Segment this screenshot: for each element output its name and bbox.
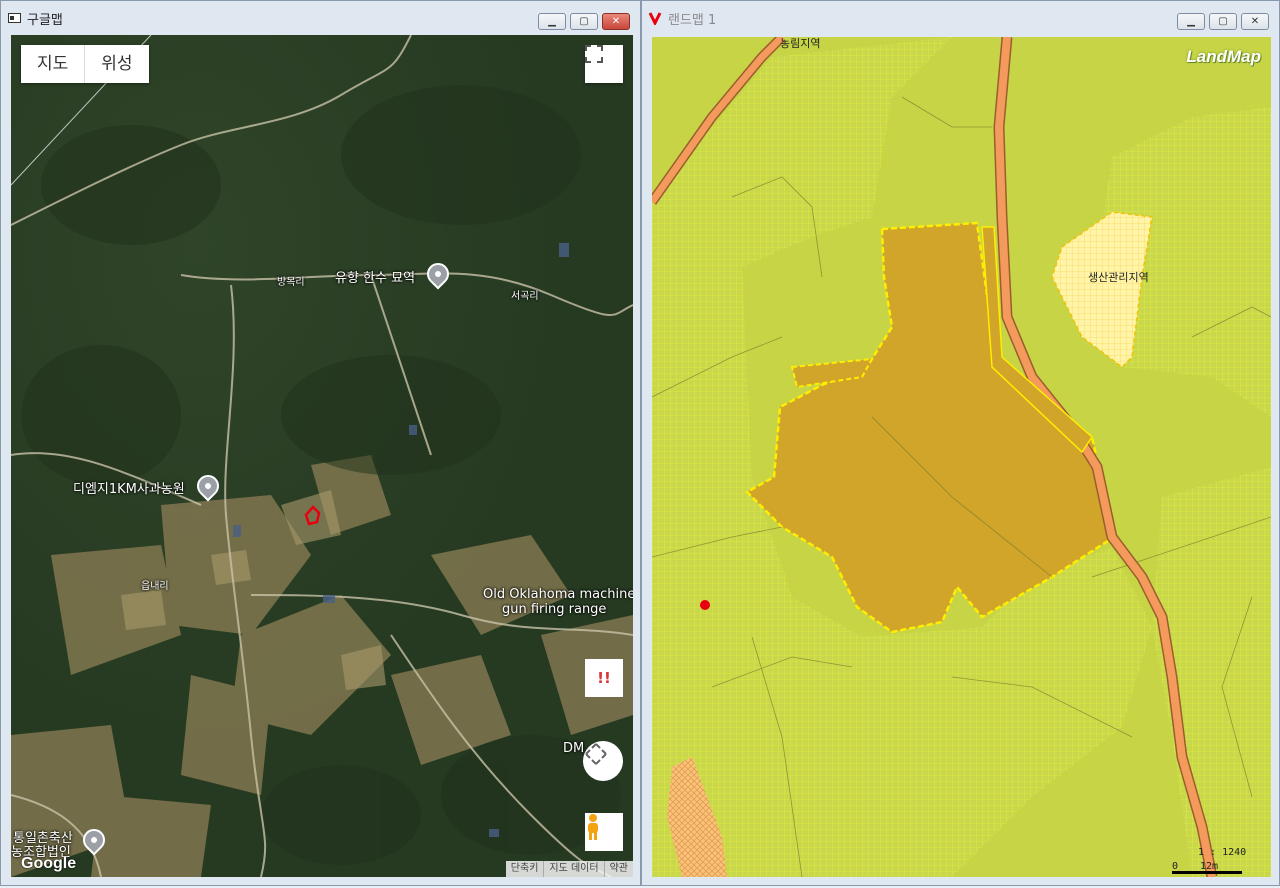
shortcuts-link[interactable]: 단축키	[506, 861, 544, 877]
land-use-map[interactable]: LandMap 농림지역 생산관리지역 1 : 1240 0 12m	[652, 37, 1271, 877]
location-marker	[700, 600, 710, 610]
minimize-button[interactable]: ▁	[1177, 13, 1205, 30]
map-attribution: 단축키 지도 데이터 약관	[505, 861, 633, 877]
minimize-button[interactable]: ▁	[538, 13, 566, 30]
fullscreen-icon	[585, 45, 603, 63]
terms-link[interactable]: 약관	[603, 861, 633, 877]
fullscreen-button[interactable]	[585, 45, 623, 83]
google-logo: Google	[21, 855, 77, 872]
scale-ratio: 1 : 1240	[1198, 847, 1247, 858]
app-icon	[648, 11, 662, 25]
land-use-zones	[652, 37, 1271, 877]
map-data-link[interactable]: 지도 데이터	[543, 861, 603, 877]
place-label: DM	[563, 741, 585, 756]
place-label: 디엠지1KM사과농원	[73, 482, 185, 497]
zone-label: 농림지역	[780, 37, 821, 50]
landmap-window: 랜드맵 1 ▁ ▢ ✕ LandMap 농림지역 생산관리지역 1: 1240…	[641, 0, 1280, 886]
satellite-map[interactable]: 지도 위성 방목리 유향 한수 묘역 서곡리 디엠지1KM사과농원 읍내리 Ol…	[11, 35, 633, 877]
pan-arrows-icon	[585, 743, 607, 765]
satellite-imagery	[11, 35, 633, 877]
pegman-icon	[588, 814, 598, 840]
landmap-logo: LandMap	[1186, 47, 1261, 66]
street-view-pegman-button[interactable]	[585, 813, 623, 851]
window-controls: ▁ ▢ ✕	[538, 13, 630, 30]
window-title: 랜드맵 1	[668, 12, 717, 28]
maximize-button[interactable]: ▢	[1209, 13, 1237, 30]
village-label: 읍내리	[141, 581, 169, 592]
app-icon	[7, 11, 21, 25]
zone-label: 생산관리지역	[1088, 271, 1149, 284]
village-label: 서곡리	[511, 291, 539, 302]
maximize-button[interactable]: ▢	[570, 13, 598, 30]
place-label: 유향 한수 묘역	[335, 271, 416, 286]
place-label: gun firing range	[502, 602, 607, 617]
close-button[interactable]: ✕	[1241, 13, 1269, 30]
google-map-window: 구글맵 ▁ ▢ ✕ 지도 위성 방목리 유향 한수 묘역 서곡리 디엠지1KM사…	[0, 0, 641, 886]
map-type-satellite[interactable]: 위성	[84, 45, 148, 83]
place-label: Old Oklahoma machine	[483, 587, 633, 602]
pan-control-button[interactable]	[583, 741, 623, 781]
map-type-roadmap[interactable]: 지도	[21, 45, 84, 83]
warning-button[interactable]: !!	[585, 659, 623, 697]
window-controls: ▁ ▢ ✕	[1177, 13, 1269, 30]
village-label: 방목리	[277, 277, 305, 288]
scale-bar	[1172, 871, 1242, 874]
map-type-control: 지도 위성	[21, 45, 149, 83]
window-title: 구글맵	[27, 12, 63, 28]
close-button[interactable]: ✕	[602, 13, 630, 30]
